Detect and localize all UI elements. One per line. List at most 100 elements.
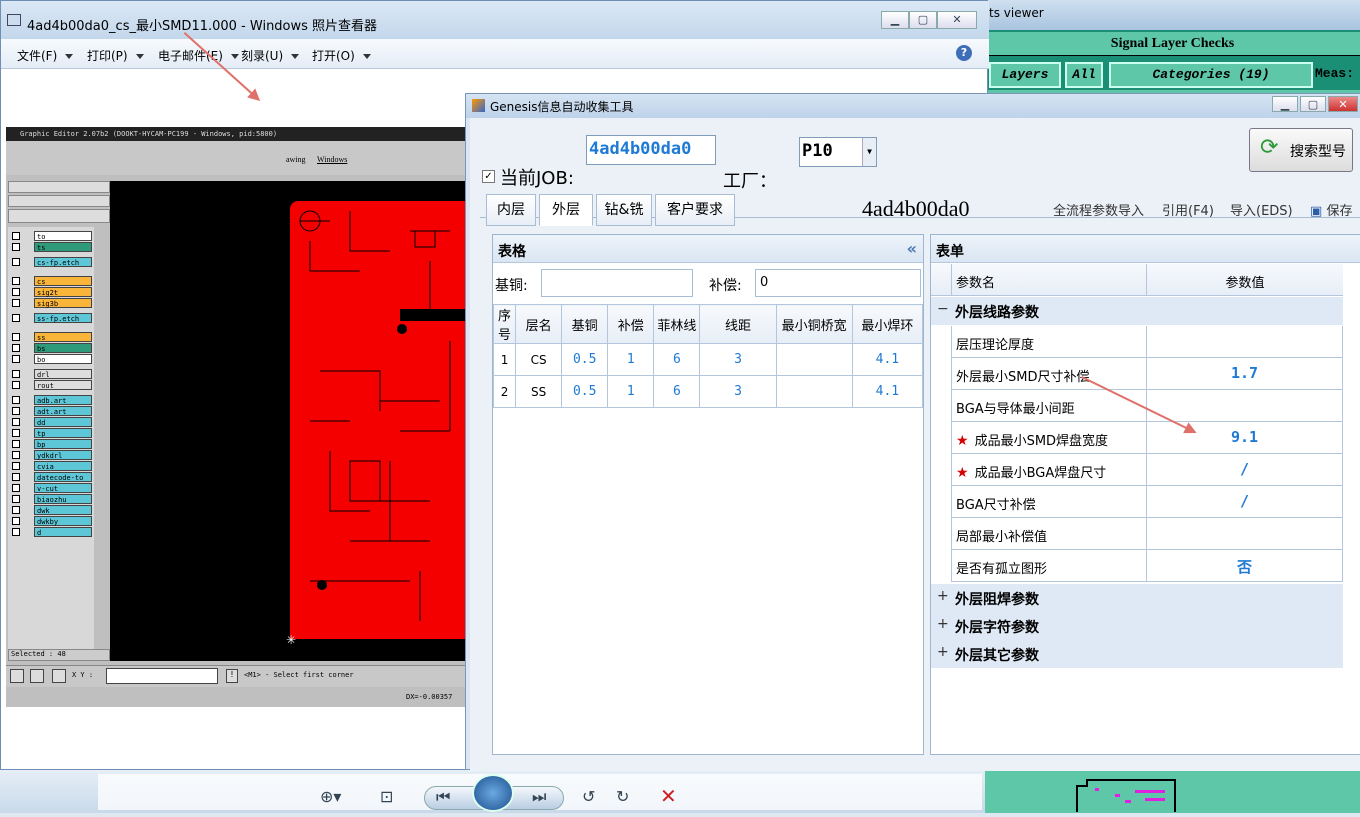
layer-item[interactable]: cs-fp.etch	[10, 257, 92, 267]
rotate-right-icon[interactable]: ↻	[616, 787, 629, 806]
layers-button[interactable]: Layers	[989, 62, 1061, 88]
ge-alert-icon[interactable]: !	[226, 669, 238, 683]
table-column-header[interactable]: 序号	[492, 304, 517, 344]
param-group[interactable]: + 外层阻焊参数	[931, 584, 1343, 612]
layer-item[interactable]: adb.art	[10, 395, 92, 405]
param-group[interactable]: + 外层字符参数	[931, 612, 1343, 640]
layer-item[interactable]: cs	[10, 276, 92, 286]
param-value[interactable]	[1147, 326, 1343, 358]
tab-customer[interactable]: 客户要求	[655, 194, 735, 226]
layer-item[interactable]: bp	[10, 439, 92, 449]
import-all-link[interactable]: 全流程参数导入	[1053, 200, 1144, 219]
table-cell[interactable]: 6	[653, 343, 701, 376]
table-cell[interactable]: 4.1	[851, 343, 924, 376]
layer-checkbox[interactable]	[12, 484, 20, 492]
genesis-close-button[interactable]: ✕	[1328, 96, 1358, 112]
layer-checkbox[interactable]	[12, 462, 20, 470]
categories-button[interactable]: Categories (19)	[1109, 62, 1313, 88]
layer-checkbox[interactable]	[12, 495, 20, 503]
layer-checkbox[interactable]	[12, 407, 20, 415]
layer-item[interactable]: datecode-to	[10, 472, 92, 482]
job-checkbox[interactable]: ✓	[482, 170, 495, 183]
layer-checkbox[interactable]	[12, 418, 20, 426]
layer-item[interactable]: tp	[10, 428, 92, 438]
save-link[interactable]: ▣ 保存	[1310, 200, 1352, 219]
layer-checkbox[interactable]	[12, 370, 20, 378]
layer-checkbox[interactable]	[12, 288, 20, 296]
quote-link[interactable]: 引用(F4)	[1162, 200, 1214, 219]
delete-icon[interactable]: ✕	[660, 784, 677, 808]
param-value[interactable]: /	[1147, 486, 1343, 518]
search-model-button[interactable]: ⟳ 搜索型号	[1249, 128, 1353, 172]
layer-item[interactable]: sig3b	[10, 298, 92, 308]
table-cell[interactable]: 0.5	[561, 343, 609, 376]
layer-item[interactable]: d	[10, 527, 92, 537]
layer-checkbox[interactable]	[12, 473, 20, 481]
layer-item[interactable]: ydkdrl	[10, 450, 92, 460]
param-row[interactable]: BGA与导体最小间距	[951, 390, 1343, 422]
layer-item[interactable]: biaozhu	[10, 494, 92, 504]
param-value[interactable]: /	[1147, 454, 1343, 486]
layer-checkbox[interactable]	[12, 528, 20, 536]
table-cell[interactable]: 6	[653, 375, 701, 408]
base-copper-input[interactable]	[541, 269, 693, 297]
param-value[interactable]: 9.1	[1147, 422, 1343, 454]
layer-item[interactable]: ts	[10, 242, 92, 252]
param-row[interactable]: BGA尺寸补偿 /	[951, 486, 1343, 518]
next-icon[interactable]: ⏭	[532, 787, 546, 807]
layer-item[interactable]: ss-fp.etch	[10, 313, 92, 323]
layer-item[interactable]: drl	[10, 369, 92, 379]
dropdown-arrow-icon[interactable]: ▼	[862, 138, 876, 166]
layer-checkbox[interactable]	[12, 451, 20, 459]
ge-tool-icon[interactable]	[10, 669, 24, 683]
layer-item[interactable]: v-cut	[10, 483, 92, 493]
table-cell[interactable]: 3	[699, 375, 777, 408]
import-eds-link[interactable]: 导入(EDS)	[1230, 200, 1293, 219]
table-row[interactable]: 2 SS 0.5 1 6 3 4.1	[492, 375, 924, 408]
table-cell[interactable]: 1	[607, 343, 655, 376]
param-value[interactable]: 否	[1147, 550, 1343, 582]
layer-checkbox[interactable]	[12, 314, 20, 322]
table-column-header[interactable]: 菲林线	[653, 304, 701, 344]
param-row[interactable]: 层压理论厚度	[951, 326, 1343, 358]
table-cell[interactable]	[775, 375, 853, 408]
menu-print[interactable]: 打印(P)	[87, 47, 144, 64]
help-icon[interactable]: ?	[956, 45, 972, 61]
collapse-icon[interactable]: «	[907, 239, 917, 258]
expand-plus-icon[interactable]: +	[937, 588, 949, 604]
layer-checkbox[interactable]	[12, 232, 20, 240]
job-input[interactable]: 4ad4b00da0	[586, 135, 716, 165]
table-column-header[interactable]: 基铜	[561, 304, 609, 344]
maximize-button[interactable]: ▢	[909, 11, 937, 29]
table-cell[interactable]: 2	[492, 375, 517, 408]
zoom-icon[interactable]: ⊕▾	[320, 787, 341, 806]
layer-item[interactable]: dwk	[10, 505, 92, 515]
param-row[interactable]: ★ 成品最小BGA焊盘尺寸 /	[951, 454, 1343, 486]
layer-item[interactable]: to	[10, 231, 92, 241]
layer-checkbox[interactable]	[12, 299, 20, 307]
tab-drill[interactable]: 钻&铣	[596, 194, 652, 226]
param-row[interactable]: 局部最小补偿值	[951, 518, 1343, 550]
table-cell[interactable]: 4.1	[851, 375, 924, 408]
layer-checkbox[interactable]	[12, 344, 20, 352]
expand-plus-icon[interactable]: +	[937, 644, 949, 660]
param-row[interactable]: ★ 成品最小SMD焊盘宽度 9.1	[951, 422, 1343, 454]
layer-item[interactable]: bs	[10, 343, 92, 353]
layer-checkbox[interactable]	[12, 277, 20, 285]
collapse-minus-icon[interactable]: −	[937, 301, 949, 317]
table-cell[interactable]: 0.5	[561, 375, 609, 408]
layer-item[interactable]: rout	[10, 380, 92, 390]
ge-grid-icon[interactable]	[52, 669, 66, 683]
layer-item[interactable]: sig2t	[10, 287, 92, 297]
menu-burn[interactable]: 刻录(U)	[241, 47, 300, 64]
table-column-header[interactable]: 最小焊环	[851, 304, 924, 344]
layer-checkbox[interactable]	[12, 429, 20, 437]
comp-input[interactable]: 0	[755, 269, 921, 297]
slideshow-button[interactable]	[472, 774, 514, 812]
layer-checkbox[interactable]	[12, 333, 20, 341]
table-cell[interactable]: SS	[515, 375, 563, 408]
layer-checkbox[interactable]	[12, 517, 20, 525]
factory-select[interactable]: P10 ▼	[799, 137, 877, 167]
table-row[interactable]: 1 CS 0.5 1 6 3 4.1	[492, 343, 924, 376]
layer-checkbox[interactable]	[12, 396, 20, 404]
